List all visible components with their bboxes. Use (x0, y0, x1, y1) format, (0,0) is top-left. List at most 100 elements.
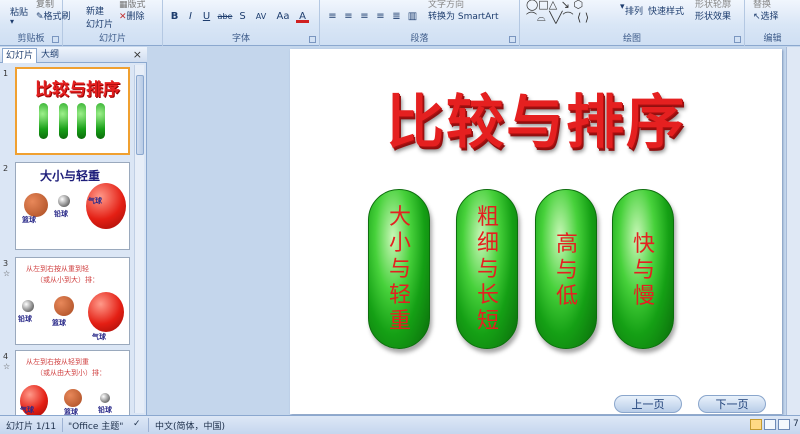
smartart-button[interactable]: 转换为 SmartArt (428, 9, 498, 22)
slide-thumbnail-1[interactable]: 比较与排序 (15, 67, 130, 155)
tab-outline[interactable]: 大纲 (38, 48, 62, 63)
shapes-gallery-row2[interactable]: ⌒⌓ ╲╱⌒ ⟨ ⟩ (526, 9, 589, 25)
pill-button-thickness-length[interactable]: 粗细与长短 (456, 189, 518, 349)
status-bar: 幻灯片 1/11 "Office 主题" ✓ 中文(简体，中国) 7 (0, 415, 800, 434)
delete-icon: ✕ (119, 12, 127, 22)
tab-slides[interactable]: 幻灯片 (2, 48, 38, 63)
theme-name: "Office 主题" (68, 422, 124, 432)
slide-sorter-icon[interactable] (764, 419, 776, 430)
basketball-image (64, 389, 82, 407)
shotput-image (22, 300, 34, 312)
char-spacing-button[interactable]: AV (252, 10, 270, 23)
thumb-label: 铅球 (98, 406, 112, 414)
change-case-button[interactable]: Aa (274, 10, 292, 23)
new-slide-line2: 幻灯片 (86, 20, 114, 30)
paragraph-label: 段落 (410, 34, 429, 44)
thumb-subtitle: （或从由大到小）排： (36, 369, 106, 377)
slides-group: 新建 幻灯片 ▦版式 ✕删除 幻灯片 (63, 0, 163, 46)
animation-star-icon: ☆ (3, 362, 11, 371)
thumb-number: 1 (3, 69, 9, 78)
pill-button-height[interactable]: 高与低 (535, 189, 597, 349)
shadow-button[interactable]: S (236, 10, 249, 23)
pane-tabs: 幻灯片 大纲 × (0, 47, 147, 63)
basketball-image (54, 296, 74, 316)
pane-scrollbar[interactable] (134, 65, 144, 413)
bold-button[interactable]: B (168, 10, 181, 23)
thumb-title: 比较与排序 (35, 80, 120, 100)
strikethrough-button[interactable]: abe (216, 10, 234, 23)
pill-button-speed[interactable]: 快与慢 (612, 189, 674, 349)
thumb-title: 大小与轻重 (40, 169, 101, 183)
paste-arrow-icon[interactable]: ▾ (10, 17, 14, 26)
slide-thumbnail-4[interactable]: 从左到右按从轻到重 （或从由大到小）排： 气球 篮球 铅球 (15, 350, 130, 415)
drawing-launcher-icon[interactable] (734, 36, 741, 43)
next-page-button[interactable]: 下一页 (698, 395, 766, 413)
new-slide-line1: 新建 (86, 7, 105, 17)
quick-styles-button[interactable]: 快速样式 (648, 4, 684, 17)
thumb-label: 气球 (92, 333, 106, 341)
font-color-button[interactable]: A (296, 10, 309, 23)
shapes-more-icon[interactable]: ▾ (620, 2, 625, 12)
thumb-label: 铅球 (54, 210, 68, 218)
arrange-label: 排列 (625, 7, 644, 17)
paragraph-launcher-icon[interactable] (509, 36, 516, 43)
slide-canvas[interactable]: 比较与排序 大小与轻重 粗细与长短 高与低 快与慢 上一页 下一页 (290, 49, 782, 414)
arrange-button[interactable]: 排列 (625, 4, 643, 17)
editing-label: 编辑 (763, 34, 782, 44)
animation-star-icon: ☆ (3, 269, 11, 278)
slide-workarea: 比较与排序 大小与轻重 粗细与长短 高与低 快与慢 上一页 下一页 (148, 47, 800, 415)
thumb-label: 篮球 (22, 216, 36, 224)
align-center-icon[interactable]: ≡ (342, 10, 355, 23)
align-left-icon[interactable]: ≡ (326, 10, 339, 23)
thumb-pill (59, 103, 68, 139)
font-launcher-icon[interactable] (309, 36, 316, 43)
underline-button[interactable]: U (200, 10, 213, 23)
thumb-title: 从左到右按从重到轻 (26, 265, 89, 273)
close-pane-icon[interactable]: × (133, 48, 142, 61)
align-right-icon[interactable]: ≡ (358, 10, 371, 23)
delete-slide-button[interactable]: ✕删除 (119, 9, 145, 22)
pill-label-text: 大小与轻重 (389, 205, 412, 334)
justify-icon[interactable]: ≡ (374, 10, 387, 23)
shape-effects-button[interactable]: 形状效果 (695, 9, 731, 22)
status-divider (148, 418, 149, 432)
brush-icon: ✎ (36, 12, 44, 22)
columns-icon[interactable]: ▥ (406, 10, 419, 23)
normal-view-icon[interactable] (750, 419, 762, 430)
thumb-label: 气球 (20, 406, 34, 414)
slideshow-icon[interactable] (778, 419, 790, 430)
font-label: 字体 (231, 34, 250, 44)
zoom-level[interactable]: 7 (793, 419, 799, 429)
pill-label: 粗细与长短 (457, 205, 519, 335)
status-divider (62, 418, 63, 432)
thumb-number: 2 (3, 164, 9, 173)
pill-label: 大小与轻重 (369, 205, 431, 335)
slide-scrollbar[interactable] (786, 47, 800, 415)
spellcheck-icon[interactable]: ✓ (133, 419, 141, 429)
italic-button[interactable]: I (184, 10, 197, 23)
shotput-image (100, 393, 110, 403)
select-label: 选择 (760, 12, 779, 22)
slides-label: 幻灯片 (98, 34, 126, 44)
paragraph-group: ≡ ≡ ≡ ≡ ≣ ▥ 文字方向 转换为 SmartArt 段落 (320, 0, 520, 46)
slide-title[interactable]: 比较与排序 (290, 75, 782, 159)
thumb-label: 气球 (88, 197, 102, 205)
clipboard-launcher-icon[interactable] (52, 36, 59, 43)
distributed-icon[interactable]: ≣ (390, 10, 403, 23)
slide-thumbnail-2[interactable]: 大小与轻重 篮球 铅球 气球 (15, 162, 130, 250)
select-button[interactable]: ↖选择 (753, 9, 779, 22)
pane-scrollbar-thumb[interactable] (136, 75, 144, 155)
pill-button-size-weight[interactable]: 大小与轻重 (368, 189, 430, 349)
prev-page-button[interactable]: 上一页 (614, 395, 682, 413)
slide-count: 幻灯片 1/11 (6, 422, 57, 432)
editing-group: 替换 ↖选择 编辑 (745, 0, 800, 46)
thumb-label: 篮球 (64, 408, 78, 415)
slide-thumbnail-3[interactable]: 从左到右按从重到轻 （或从小到大）排： 铅球 篮球 气球 (15, 257, 130, 345)
pill-label-text: 粗细与长短 (477, 205, 500, 334)
language-indicator[interactable]: 中文(简体，中国) (155, 419, 225, 432)
font-group: B I U abe S AV Aa A 字体 (163, 0, 320, 46)
clipboard-group: 粘贴 ▾ 复制 ✎格式刷 剪贴板 (0, 0, 71, 46)
drawing-group: ◯□△ ↘ ⬡ ⌒⌓ ╲╱⌒ ⟨ ⟩ ▾ 排列 快速样式 形状轮廓 形状效果 绘… (520, 0, 745, 46)
new-slide-button[interactable]: 新建 幻灯片 (86, 4, 113, 30)
pill-label: 高与低 (536, 232, 598, 310)
